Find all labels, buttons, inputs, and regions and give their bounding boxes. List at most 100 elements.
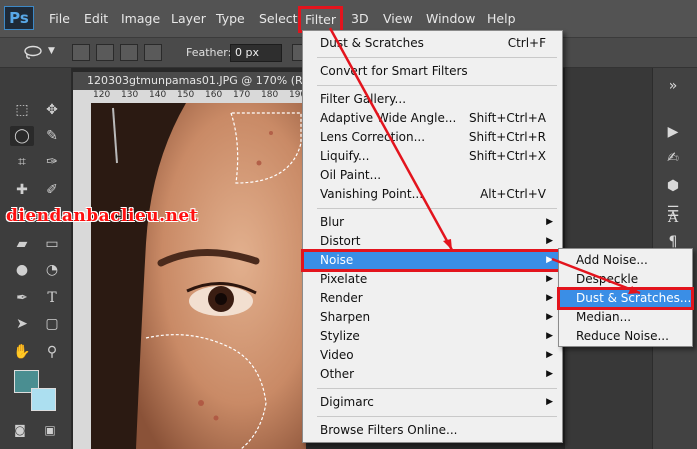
menu-layer[interactable]: Layer — [171, 11, 206, 26]
screen-mode-icon[interactable]: ▣ — [38, 420, 62, 440]
submenu-item-median[interactable]: Median... — [559, 308, 692, 327]
lasso-icon[interactable] — [22, 45, 44, 61]
menu-item-digimarc[interactable]: Digimarc ▶ — [303, 393, 562, 412]
menu-item-vanishing-point[interactable]: Vanishing Point... Alt+Ctrl+V — [303, 185, 562, 204]
play-icon[interactable]: ▶ — [661, 122, 685, 142]
menu-item-other[interactable]: Other ▶ — [303, 365, 562, 384]
3d-panel-icon[interactable]: ⬢ — [661, 176, 685, 196]
menu-separator — [317, 388, 557, 389]
type-tool-icon[interactable]: T — [40, 288, 64, 308]
brush-panel-icon[interactable]: ✍ — [661, 148, 685, 168]
menu-item-last-filter[interactable]: Dust & Scratches Ctrl+F — [303, 34, 562, 53]
menu-separator — [317, 57, 557, 58]
menu-item-oil-paint[interactable]: Oil Paint... — [303, 166, 562, 185]
path-selection-icon[interactable]: ➤ — [10, 314, 34, 334]
menu-edit[interactable]: Edit — [84, 11, 108, 26]
quick-mask-icon[interactable]: ◙ — [8, 420, 32, 440]
hand-tool-icon[interactable]: ✋ — [10, 342, 34, 362]
ruler-tick: 170 — [233, 90, 251, 100]
rectangle-tool-icon[interactable]: ▢ — [40, 314, 64, 334]
menu-separator — [317, 416, 557, 417]
menu-item-blur[interactable]: Blur ▶ — [303, 213, 562, 232]
menu-filter[interactable]: Filter — [298, 6, 343, 33]
menu-separator — [317, 208, 557, 209]
menu-help[interactable]: Help — [487, 11, 516, 26]
submenu-item-add-noise[interactable]: Add Noise... — [559, 251, 692, 270]
menu-item-noise[interactable]: Noise ▶ — [301, 249, 564, 272]
menu-type[interactable]: Type — [216, 11, 245, 26]
tools-panel: ⬚ ✥ ◯ ✎ ⌗ ✑ ✚ ✐ ♜ ✍ ▰ ▭ ● ◔ ✒ T ➤ ▢ ✋ ⚲ … — [0, 68, 72, 449]
photo-image — [91, 103, 306, 449]
quick-selection-tool-icon[interactable]: ✎ — [40, 126, 64, 146]
menu-select[interactable]: Select — [259, 11, 298, 26]
menu-item-stylize[interactable]: Stylize ▶ — [303, 327, 562, 346]
submenu-arrow-icon: ▶ — [546, 293, 553, 303]
menu-item-distort[interactable]: Distort ▶ — [303, 232, 562, 251]
watermark-text: diendanbaclieu.net — [6, 206, 199, 226]
menu-view[interactable]: View — [383, 11, 413, 26]
panel-collapse-icon[interactable]: » — [661, 76, 685, 96]
character-panel-icon[interactable]: A — [661, 208, 685, 228]
menu-image[interactable]: Image — [121, 11, 160, 26]
menu-item-video[interactable]: Video ▶ — [303, 346, 562, 365]
healing-brush-icon[interactable]: ✚ — [10, 180, 34, 200]
ruler-tick: 130 — [121, 90, 139, 100]
menu-file[interactable]: File — [49, 11, 70, 26]
intersect-selection-button[interactable] — [144, 44, 162, 61]
feather-input[interactable]: 0 px — [230, 44, 282, 62]
dodge-tool-icon[interactable]: ◔ — [40, 260, 64, 280]
eyedropper-tool-icon[interactable]: ✑ — [40, 152, 64, 172]
menu-item-adaptive-wide-angle[interactable]: Adaptive Wide Angle... Shift+Ctrl+A — [303, 109, 562, 128]
submenu-arrow-icon: ▶ — [546, 274, 553, 284]
photoshop-logo: Ps — [4, 6, 34, 30]
ruler-tick: 150 — [177, 90, 195, 100]
horizontal-ruler: 120 130 140 150 160 170 180 190 — [91, 90, 306, 103]
menu-item-lens-correction[interactable]: Lens Correction... Shift+Ctrl+R — [303, 128, 562, 147]
submenu-arrow-icon: ▶ — [546, 217, 553, 227]
submenu-arrow-icon: ▶ — [546, 369, 553, 379]
lasso-tool-icon[interactable]: ◯ — [10, 126, 34, 146]
menu-window[interactable]: Window — [426, 11, 475, 26]
noise-submenu: Add Noise... Despeckle Dust & Scratches.… — [557, 248, 694, 347]
brush-tool-icon[interactable]: ✐ — [40, 180, 64, 200]
menu-item-filter-gallery[interactable]: Filter Gallery... — [303, 90, 562, 109]
menu-item-browse-filters-online[interactable]: Browse Filters Online... — [303, 421, 562, 440]
submenu-item-dust-scratches[interactable]: Dust & Scratches... — [557, 287, 694, 310]
pen-tool-icon[interactable]: ✒ — [10, 288, 34, 308]
submenu-arrow-icon: ▶ — [546, 312, 553, 322]
menu-3d[interactable]: 3D — [351, 11, 369, 26]
gradient-tool-icon[interactable]: ▭ — [40, 234, 64, 254]
ruler-tick: 160 — [205, 90, 223, 100]
menu-item-liquify[interactable]: Liquify... Shift+Ctrl+X — [303, 147, 562, 166]
new-selection-button[interactable] — [72, 44, 90, 61]
feather-label: Feather: — [186, 46, 232, 59]
submenu-item-despeckle[interactable]: Despeckle — [559, 270, 692, 289]
submenu-item-reduce-noise[interactable]: Reduce Noise... — [559, 327, 692, 346]
document-tab[interactable]: 120303gtmunpamas01.JPG @ 170% (RGB — [73, 72, 305, 90]
move-tool-icon[interactable]: ✥ — [40, 100, 64, 120]
crop-tool-icon[interactable]: ⌗ — [10, 152, 34, 172]
document-canvas[interactable] — [91, 103, 306, 449]
background-color-swatch[interactable] — [31, 388, 56, 411]
menu-item-render[interactable]: Render ▶ — [303, 289, 562, 308]
add-selection-button[interactable] — [96, 44, 114, 61]
filter-menu: Dust & Scratches Ctrl+F Convert for Smart… — [301, 30, 564, 443]
submenu-arrow-icon: ▶ — [546, 255, 553, 265]
menu-item-convert-smart-filters[interactable]: Convert for Smart Filters — [303, 62, 562, 81]
blur-tool-icon[interactable]: ● — [10, 260, 34, 280]
zoom-tool-icon[interactable]: ⚲ — [40, 342, 64, 362]
marquee-tool-icon[interactable]: ⬚ — [10, 100, 34, 120]
chevron-down-icon[interactable]: ▼ — [48, 46, 55, 56]
vertical-ruler — [73, 90, 91, 449]
submenu-arrow-icon: ▶ — [546, 236, 553, 246]
submenu-arrow-icon: ▶ — [546, 331, 553, 341]
submenu-arrow-icon: ▶ — [546, 397, 553, 407]
ruler-tick: 120 — [93, 90, 111, 100]
menu-item-sharpen[interactable]: Sharpen ▶ — [303, 308, 562, 327]
menu-separator — [317, 85, 557, 86]
menu-item-pixelate[interactable]: Pixelate ▶ — [303, 270, 562, 289]
ruler-tick: 140 — [149, 90, 167, 100]
eraser-tool-icon[interactable]: ▰ — [10, 234, 34, 254]
submenu-arrow-icon: ▶ — [546, 350, 553, 360]
subtract-selection-button[interactable] — [120, 44, 138, 61]
